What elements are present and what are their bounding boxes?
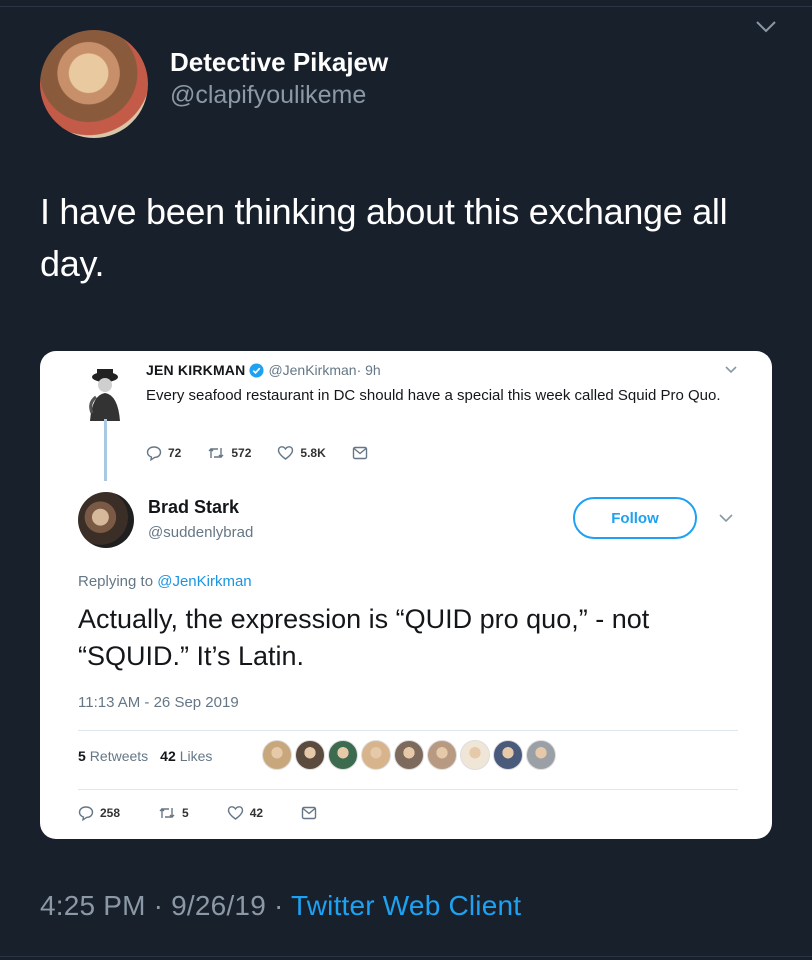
engagement-stats: 5 Retweets 42 Likes bbox=[78, 748, 224, 764]
liker-avatar[interactable] bbox=[427, 740, 457, 770]
retweet-icon bbox=[208, 448, 224, 458]
tweet-author[interactable]: Detective Pikajew @clapifyoulikeme bbox=[40, 30, 388, 138]
reply-count: 258 bbox=[100, 806, 121, 820]
reply-count: 72 bbox=[168, 446, 182, 460]
liker-avatar[interactable] bbox=[493, 740, 523, 770]
replying-prefix: Replying to bbox=[78, 573, 158, 590]
liker-avatar[interactable] bbox=[328, 740, 358, 770]
quoted-tweet-header: JEN KIRKMAN @JenKirkman · 9h bbox=[146, 361, 381, 379]
like-button[interactable]: 42 bbox=[227, 805, 263, 821]
chevron-down-icon[interactable] bbox=[724, 365, 738, 375]
liker-avatar[interactable] bbox=[295, 740, 325, 770]
thread-line bbox=[104, 419, 107, 481]
message-button[interactable] bbox=[352, 446, 374, 460]
liker-avatar[interactable] bbox=[262, 740, 292, 770]
tweet-timestamp[interactable]: 4:25 PM · 9/26/19 · bbox=[40, 890, 291, 921]
embedded-screenshot: JEN KIRKMAN @JenKirkman · 9h Every seafo… bbox=[40, 351, 772, 839]
retweet-button[interactable]: 5 bbox=[158, 805, 189, 821]
replying-to: Replying to @JenKirkman bbox=[78, 573, 252, 590]
likes-stat[interactable]: 42 Likes bbox=[160, 748, 212, 764]
likes-stat-count: 42 bbox=[160, 748, 176, 764]
tweet-footer: 4:25 PM · 9/26/19 · Twitter Web Client bbox=[40, 890, 521, 922]
retweet-count: 572 bbox=[231, 446, 252, 460]
heart-icon bbox=[278, 446, 294, 460]
divider bbox=[78, 730, 738, 731]
handle[interactable]: @clapifyoulikeme bbox=[170, 79, 388, 111]
reply-timestamp[interactable]: 11:13 AM - 26 Sep 2019 bbox=[78, 694, 239, 711]
reply-actions: 258 5 42 bbox=[78, 805, 361, 821]
liker-avatar[interactable] bbox=[394, 740, 424, 770]
envelope-icon bbox=[301, 806, 317, 820]
like-count: 5.8K bbox=[300, 446, 326, 460]
chevron-down-icon[interactable] bbox=[718, 513, 734, 525]
chevron-down-icon[interactable] bbox=[754, 18, 778, 36]
reply-icon bbox=[78, 806, 94, 821]
quoted-author-handle[interactable]: @JenKirkman bbox=[268, 361, 356, 379]
like-button[interactable]: 5.8K bbox=[277, 445, 326, 461]
retweets-stat[interactable]: 5 Retweets bbox=[78, 748, 148, 764]
message-button[interactable] bbox=[301, 806, 323, 820]
divider bbox=[78, 789, 738, 790]
verified-badge-icon bbox=[249, 362, 264, 378]
quoted-tweet-actions: 72 572 5.8K bbox=[146, 445, 400, 461]
display-name[interactable]: Detective Pikajew bbox=[170, 45, 388, 79]
reply-button[interactable]: 72 bbox=[146, 445, 181, 461]
reply-author-avatar[interactable] bbox=[78, 492, 134, 548]
retweet-count: 5 bbox=[182, 806, 189, 820]
quoted-author-name[interactable]: JEN KIRKMAN bbox=[146, 361, 245, 379]
tweet-text: I have been thinking about this exchange… bbox=[40, 191, 728, 284]
avatar[interactable] bbox=[40, 30, 148, 138]
reply-button[interactable]: 258 bbox=[78, 805, 120, 821]
retweet-button[interactable]: 572 bbox=[207, 445, 251, 461]
quoted-tweet-text: Every seafood restaurant in DC should ha… bbox=[146, 387, 721, 404]
quoted-author-avatar bbox=[89, 369, 120, 421]
liker-avatars bbox=[262, 740, 559, 770]
retweets-stat-count: 5 bbox=[78, 748, 86, 764]
retweet-icon bbox=[159, 808, 175, 818]
reply-author-name[interactable]: Brad Stark bbox=[148, 497, 239, 518]
bottom-divider bbox=[0, 956, 812, 957]
likes-stat-label: Likes bbox=[179, 748, 213, 764]
envelope-icon bbox=[352, 446, 367, 460]
retweets-stat-label: Retweets bbox=[89, 748, 149, 764]
liker-avatar[interactable] bbox=[460, 740, 490, 770]
follow-button[interactable]: Follow bbox=[573, 497, 697, 539]
liker-avatar[interactable] bbox=[361, 740, 391, 770]
heart-icon bbox=[227, 806, 243, 820]
reply-text: Actually, the expression is “QUID pro qu… bbox=[78, 604, 650, 671]
reply-icon bbox=[146, 446, 162, 461]
reply-author-handle[interactable]: @suddenlybrad bbox=[148, 524, 253, 541]
top-divider bbox=[0, 6, 812, 7]
tweet-client[interactable]: Twitter Web Client bbox=[291, 890, 521, 921]
liker-avatar[interactable] bbox=[526, 740, 556, 770]
quoted-tweet-age: · 9h bbox=[356, 362, 381, 378]
replying-mention[interactable]: @JenKirkman bbox=[157, 573, 251, 590]
like-count: 42 bbox=[249, 806, 264, 820]
